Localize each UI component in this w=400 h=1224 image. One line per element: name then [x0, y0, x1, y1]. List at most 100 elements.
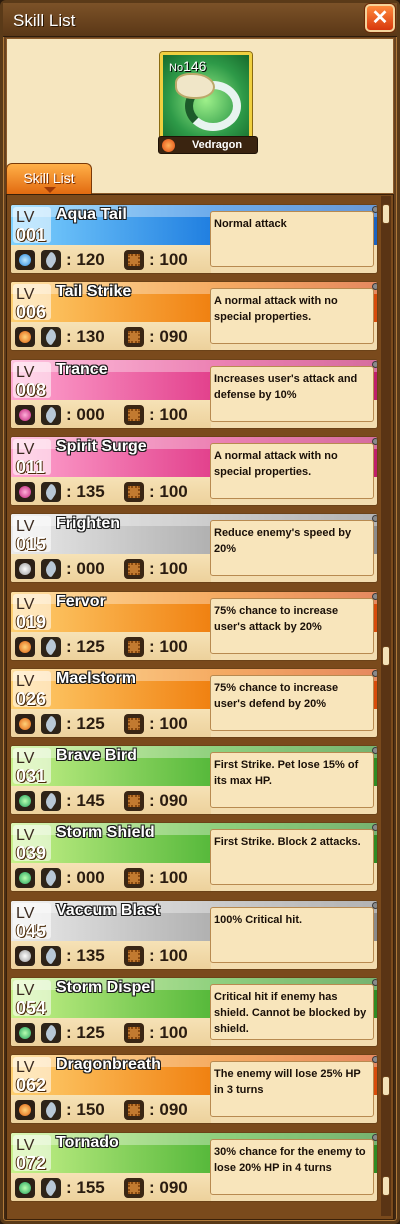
scrollbar[interactable]: [381, 196, 391, 1216]
skill-pp: : 100: [149, 405, 188, 424]
skill-pp: : 090: [149, 791, 188, 810]
fire-element-icon: [15, 327, 35, 347]
skill-row[interactable]: LV 008 Trance: 000: 100 Increases user's at…: [10, 359, 378, 429]
skill-stats: : 130: 090: [11, 322, 211, 350]
skill-row[interactable]: LV 006 Tail Strike: 130: 090 A normal attac…: [10, 281, 378, 351]
pp-core: [128, 641, 140, 653]
skill-stats: : 125: 100: [11, 632, 211, 660]
caret-down-icon: [44, 187, 56, 193]
skill-level: 008: [16, 380, 47, 400]
power-core: [42, 406, 60, 424]
skill-row[interactable]: LV 045 Vaccum Blast : 135: 100 100% Critical…: [10, 900, 378, 970]
skill-pp: : 100: [149, 559, 188, 578]
skill-row[interactable]: LV 054 Storm Dispel : 125: 100 Critical hit …: [10, 977, 378, 1047]
power-icon: [41, 559, 61, 579]
element-core: [19, 795, 31, 807]
skill-row[interactable]: LV 011 Spirit Surge: 135: 100 A normal atta…: [10, 436, 378, 506]
skill-row[interactable]: LV 072 Tornado: 155: 090 30% chance for the…: [10, 1132, 378, 1202]
power-icon: [41, 868, 61, 888]
level-box: LV 008: [13, 362, 51, 400]
skill-name: Trance: [56, 361, 108, 378]
skill-description: 75% chance to increase user's attack by …: [214, 605, 339, 633]
skill-name: Storm Shield: [56, 824, 155, 841]
power-icon: [41, 405, 61, 425]
bolt-icon: [372, 670, 377, 677]
scroll-thumb-mid[interactable]: [382, 646, 390, 666]
level-box: LV 039: [13, 825, 51, 863]
level-box: LV 045: [13, 903, 51, 941]
skill-description-box: First Strike. Block 2 attacks.: [210, 829, 374, 885]
skill-level: 026: [16, 689, 47, 709]
close-button[interactable]: ✕: [365, 4, 395, 32]
tab-skill-list[interactable]: Skill List: [6, 163, 92, 194]
level-box: LV 054: [13, 980, 51, 1018]
fire-element-icon: [15, 1100, 35, 1120]
element-core: [19, 718, 31, 730]
skill-description-box: A normal attack with no special properti…: [210, 288, 374, 344]
skill-description-box: 100% Critical hit.: [210, 907, 374, 963]
power-icon: [41, 482, 61, 502]
skill-stats: : 000: 100: [11, 554, 211, 582]
skill-description-box: First Strike. Pet lose 15% of its max HP…: [210, 752, 374, 808]
wind-element-icon: [15, 1023, 35, 1043]
level-box: LV 006: [13, 284, 51, 322]
skill-row[interactable]: LV 019 Fervor: 125: 100 75% chance to incre…: [10, 591, 378, 661]
mystic-element-icon: [15, 405, 35, 425]
fire-element-icon: [15, 714, 35, 734]
skill-description: A normal attack with no special properti…: [214, 450, 338, 478]
skill-level: 011: [16, 457, 46, 477]
skill-row[interactable]: LV 062 Dragonbreath: 150: 090 The enemy wil…: [10, 1054, 378, 1124]
skill-description-box: The enemy will lose 25% HP in 3 turns: [210, 1061, 374, 1117]
pp-icon: [124, 1100, 144, 1120]
bolt-icon: [372, 824, 377, 831]
pp-core: [128, 1104, 140, 1116]
element-core: [19, 950, 31, 962]
power-core: [42, 869, 60, 887]
skill-stats: : 120: 100: [11, 245, 211, 273]
pp-core: [128, 331, 140, 343]
skill-description: A normal attack with no special properti…: [214, 295, 338, 323]
element-core: [19, 872, 31, 884]
skill-row[interactable]: LV 026 Maelstorm: 125: 100 75% chance to in…: [10, 668, 378, 738]
skill-description: Increases user's attack and defense by 1…: [214, 373, 358, 401]
pp-core: [128, 950, 140, 962]
skill-pp: : 090: [149, 327, 188, 346]
skill-name: Storm Dispel: [56, 979, 155, 996]
power-core: [42, 1024, 60, 1042]
skill-stats: : 125: 100: [11, 1018, 211, 1046]
bolt-icon: [372, 361, 377, 368]
pp-core: [128, 254, 140, 266]
power-core: [42, 715, 60, 733]
pp-icon: [124, 868, 144, 888]
skill-name: Brave Bird: [56, 747, 137, 764]
title-bar[interactable]: Skill List: [3, 3, 397, 37]
power-core: [42, 483, 60, 501]
pp-icon: [124, 791, 144, 811]
scroll-thumb-end[interactable]: [382, 1176, 390, 1196]
pp-core: [128, 1182, 140, 1194]
pet-portrait[interactable]: No146: [160, 52, 252, 140]
scroll-thumb-top[interactable]: [382, 204, 390, 224]
skill-description-box: Normal attack: [210, 211, 374, 267]
skill-description: First Strike. Block 2 attacks.: [214, 836, 361, 848]
scroll-thumb-bottom[interactable]: [382, 1076, 390, 1096]
power-icon: [41, 791, 61, 811]
skill-row[interactable]: LV 039 Storm Shield: 000: 100 First Strike.…: [10, 822, 378, 892]
skill-row[interactable]: LV 031 Brave Bird: 145: 090 First Strike. P…: [10, 745, 378, 815]
power-core: [42, 947, 60, 965]
pp-icon: [124, 482, 144, 502]
skill-row[interactable]: LV 015 Frighten: 000: 100 Reduce enemy's sp…: [10, 513, 378, 583]
skill-name: Vaccum Blast: [56, 902, 161, 919]
power-core: [42, 1179, 60, 1197]
skill-description: Critical hit if enemy has shield. Cannot…: [214, 991, 367, 1035]
skill-stats: : 135: 100: [11, 941, 211, 969]
skill-power: : 155: [66, 1178, 105, 1197]
pp-core: [128, 718, 140, 730]
skill-level: 054: [16, 998, 47, 1018]
element-core: [19, 254, 31, 266]
skill-level: 006: [16, 302, 47, 322]
skill-row[interactable]: LV 001 Aqua Tail: 120: 100 Normal attack: [10, 204, 378, 274]
skill-pp: : 090: [149, 1100, 188, 1119]
level-box: LV 015: [13, 516, 51, 554]
wind-element-icon: [15, 1178, 35, 1198]
